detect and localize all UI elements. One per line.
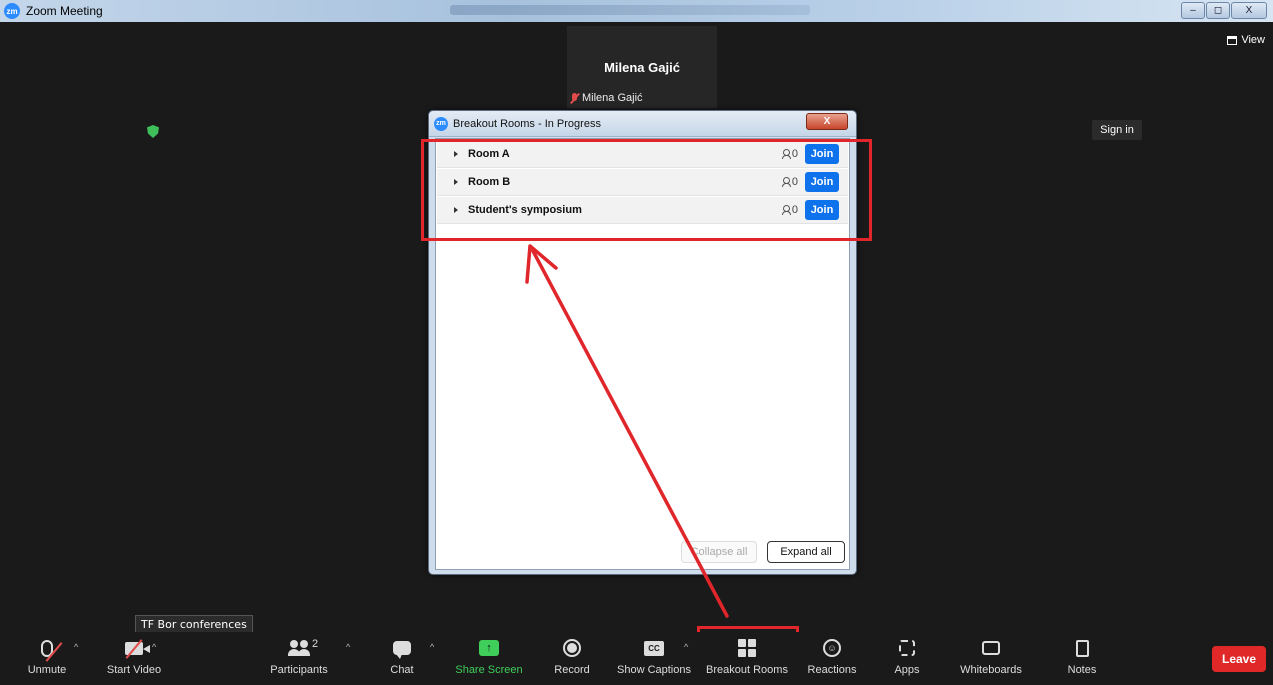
chat-bubble-icon [393, 641, 411, 659]
view-grid-icon [1227, 35, 1238, 45]
share-screen-label: Share Screen [455, 664, 523, 676]
view-button[interactable]: View [1227, 34, 1265, 46]
window-controls: – ◻ X [1181, 2, 1267, 19]
notes-button[interactable]: Notes [1037, 636, 1127, 676]
view-label: View [1241, 34, 1265, 46]
audio-options-chevron-icon[interactable]: ^ [74, 642, 78, 652]
room-row-room-a[interactable]: Room A 0 Join [437, 141, 848, 168]
meeting-toolbar: Unmute ^ Start Video ^ 2 Participants ^ … [0, 632, 1273, 685]
room-count-value: 0 [791, 204, 798, 216]
participants-button[interactable]: 2 Participants [254, 636, 344, 676]
close-window-button[interactable]: X [1231, 2, 1267, 19]
participants-options-chevron-icon[interactable]: ^ [346, 642, 350, 652]
room-participant-count: 0 [781, 204, 798, 216]
room-count-value: 0 [791, 176, 798, 188]
join-room-a-button[interactable]: Join [805, 144, 839, 164]
breakout-rooms-label: Breakout Rooms [706, 664, 788, 676]
join-students-symposium-button[interactable]: Join [805, 200, 839, 220]
person-icon [781, 205, 791, 215]
breakout-rooms-button[interactable]: Breakout Rooms [702, 636, 792, 676]
room-count-value: 0 [791, 148, 798, 160]
show-captions-label: Show Captions [617, 664, 691, 676]
captions-cc-icon: CC [644, 640, 664, 656]
leave-button[interactable]: Leave [1212, 646, 1266, 672]
participant-label-text: Milena Gajić [582, 92, 643, 104]
minimize-button[interactable]: – [1181, 2, 1205, 19]
room-name: Student's symposium [468, 204, 582, 216]
microphone-muted-icon [41, 639, 63, 662]
whiteboards-button[interactable]: Whiteboards [946, 636, 1036, 676]
encryption-shield-icon[interactable] [147, 125, 159, 138]
apps-button[interactable]: Apps [862, 636, 952, 676]
zoom-logo-icon: zm [434, 116, 448, 131]
share-screen-button[interactable]: ↑ Share Screen [444, 636, 534, 676]
video-options-chevron-icon[interactable]: ^ [152, 642, 156, 652]
participant-name: Milena Gajić [604, 60, 680, 75]
background-window-title [450, 5, 810, 15]
unmute-button[interactable]: Unmute [2, 636, 92, 676]
notes-label: Notes [1067, 664, 1097, 676]
window-titlebar: zm Zoom Meeting – ◻ X [0, 0, 1273, 22]
chat-options-chevron-icon[interactable]: ^ [430, 642, 434, 652]
notes-icon [1075, 639, 1089, 657]
expand-all-button[interactable]: Expand all [767, 541, 845, 563]
apps-label: Apps [894, 664, 920, 676]
restore-button[interactable]: ◻ [1206, 2, 1230, 19]
rooms-list: Room A 0 Join Room B 0 Join Student's sy… [435, 138, 850, 570]
room-row-room-b[interactable]: Room B 0 Join [437, 169, 848, 196]
breakout-rooms-grid-icon [738, 639, 756, 657]
breakout-rooms-dialog: zm Breakout Rooms - In Progress X Room A… [428, 110, 857, 575]
dialog-close-button[interactable]: X [806, 113, 848, 130]
zoom-logo-icon: zm [4, 3, 20, 19]
record-icon [563, 639, 581, 657]
expand-caret-icon[interactable] [454, 151, 458, 157]
reactions-label: Reactions [807, 664, 857, 676]
sign-in-button[interactable]: Sign in [1092, 120, 1142, 140]
participants-icon: 2 [288, 638, 318, 656]
muted-mic-icon [570, 92, 579, 104]
start-video-button[interactable]: Start Video [89, 636, 179, 676]
room-name: Room B [468, 176, 511, 188]
apps-icon [899, 640, 915, 656]
camera-off-icon [125, 638, 150, 659]
window-title: Zoom Meeting [26, 4, 103, 18]
person-icon [781, 149, 791, 159]
record-button[interactable]: Record [527, 636, 617, 676]
room-participant-count: 0 [781, 176, 798, 188]
dialog-title: Breakout Rooms - In Progress [453, 117, 601, 130]
unmute-label: Unmute [27, 664, 67, 676]
collapse-all-button[interactable]: Collapse all [681, 541, 757, 563]
smiley-plus-icon: ☺ [823, 639, 841, 657]
room-row-students-symposium[interactable]: Student's symposium 0 Join [437, 197, 848, 224]
person-icon [781, 177, 791, 187]
participant-label: Milena Gajić [570, 92, 643, 104]
meeting-name-tooltip: TF Bor conferences [135, 615, 253, 633]
expand-caret-icon[interactable] [454, 179, 458, 185]
join-room-b-button[interactable]: Join [805, 172, 839, 192]
participants-count: 2 [312, 638, 319, 650]
captions-options-chevron-icon[interactable]: ^ [684, 642, 688, 652]
record-label: Record [554, 664, 590, 676]
chat-label: Chat [390, 664, 414, 676]
whiteboard-icon [982, 641, 1000, 655]
start-video-label: Start Video [106, 664, 162, 676]
share-screen-icon: ↑ [479, 640, 499, 656]
expand-caret-icon[interactable] [454, 207, 458, 213]
dialog-titlebar: zm Breakout Rooms - In Progress X [429, 111, 856, 137]
whiteboards-label: Whiteboards [960, 664, 1022, 676]
room-participant-count: 0 [781, 148, 798, 160]
participants-label: Participants [270, 664, 328, 676]
room-name: Room A [468, 148, 510, 160]
